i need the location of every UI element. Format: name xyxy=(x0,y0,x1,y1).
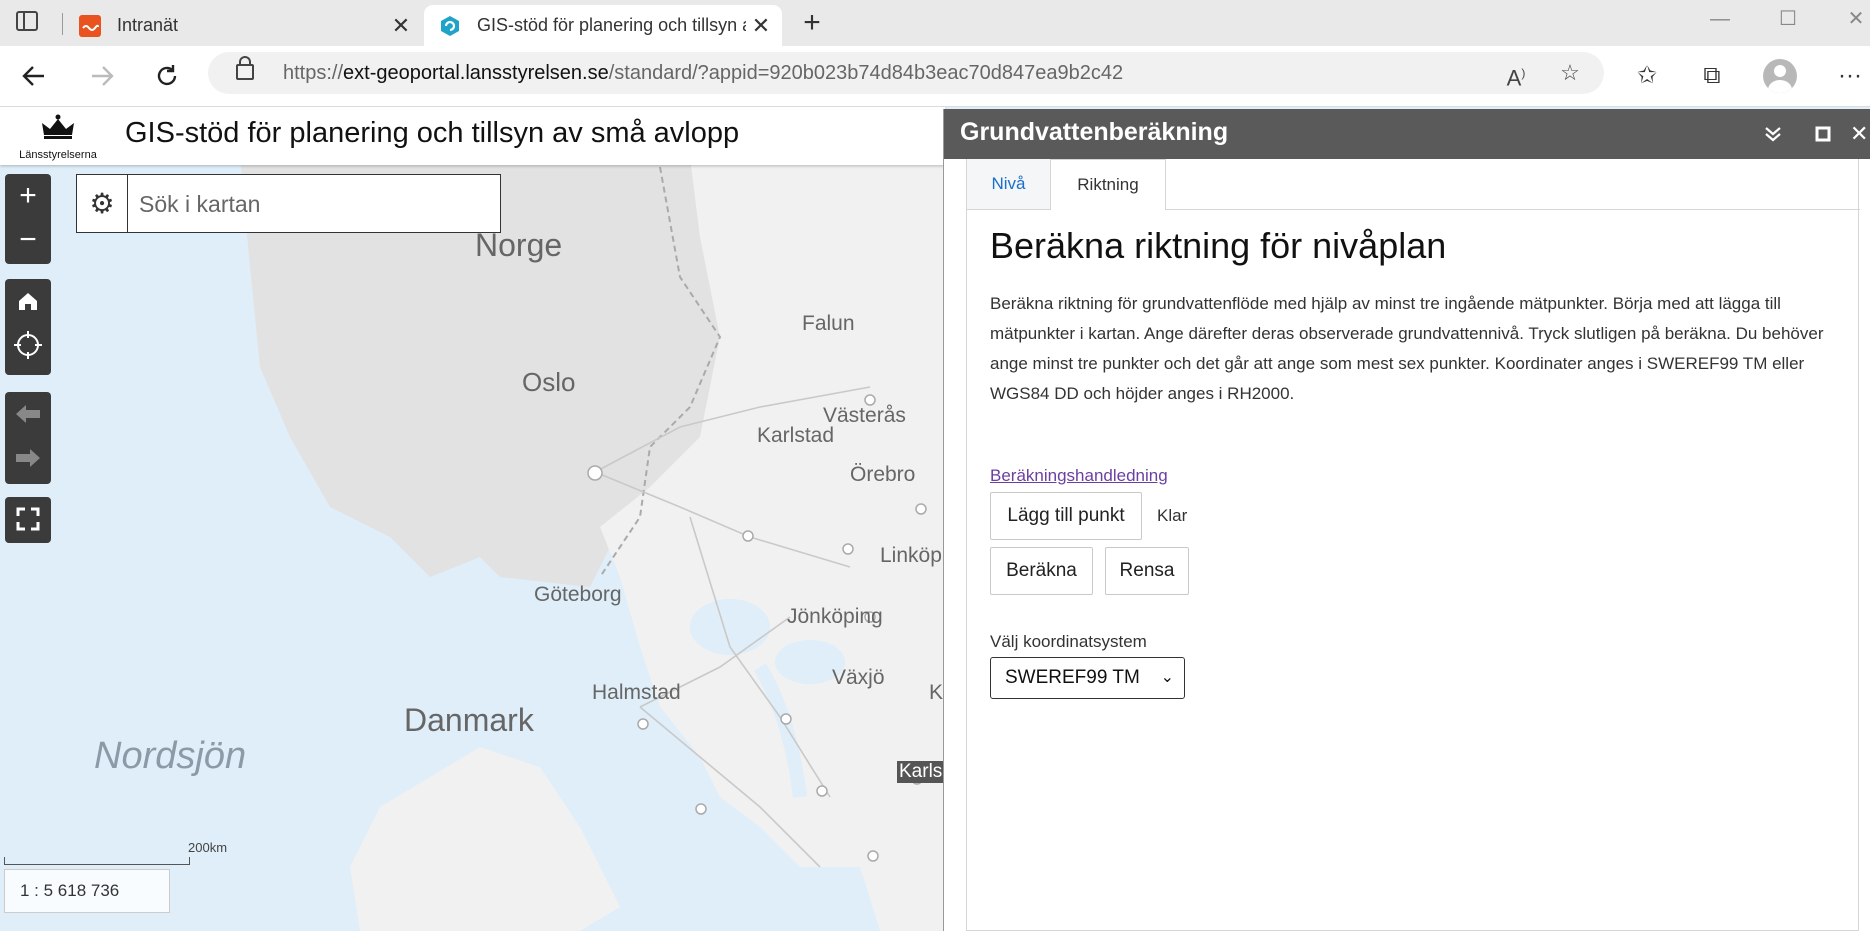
minimize-button[interactable]: — xyxy=(1690,4,1750,34)
locate-button[interactable] xyxy=(5,323,51,367)
home-icon xyxy=(19,293,37,310)
map-label: Danmark xyxy=(404,702,534,738)
lansstyrelserna-logo: Länsstyrelserna xyxy=(10,113,106,161)
new-tab-button[interactable]: + xyxy=(792,4,832,42)
url-text[interactable]: https://ext-geoportal.lansstyrelsen.se/s… xyxy=(283,52,1123,94)
chevron-down-icon: ⌄ xyxy=(1160,669,1174,686)
map-label: Oslo xyxy=(522,367,576,397)
reload-icon xyxy=(157,65,177,86)
add-favorite-icon[interactable]: ☆ xyxy=(1552,58,1588,88)
groundwater-panel: Grundvattenberäkning ✕ Nivå Riktning Ber… xyxy=(943,109,1870,931)
address-bar[interactable]: https://ext-geoportal.lansstyrelsen.se/s… xyxy=(208,52,1604,94)
map-label: Linköp xyxy=(880,544,942,567)
coord-system-select[interactable]: SWEREF99 TM ⌄ xyxy=(990,657,1185,699)
tab-title: GIS-stöd för planering och tillsyn av sm… xyxy=(477,15,746,35)
map-app: Norge Oslo Falun Västerås Karlstad Örebr… xyxy=(0,107,1870,931)
forward-button[interactable] xyxy=(82,56,122,96)
tab-niva[interactable]: Nivå xyxy=(967,159,1051,209)
intranet-icon xyxy=(79,14,101,37)
search-input[interactable] xyxy=(137,185,491,223)
scalebar-label: 200km xyxy=(188,840,228,855)
tab-riktning[interactable]: Riktning xyxy=(1051,159,1166,210)
map-label: Västerås xyxy=(823,404,906,427)
next-extent-button[interactable] xyxy=(5,436,51,480)
panel-heading: Beräkna riktning för nivåplan xyxy=(990,225,1447,266)
tab-actions-icon[interactable] xyxy=(16,11,38,31)
navigation-controls xyxy=(5,279,51,375)
collections-icon[interactable]: ⧉ xyxy=(1692,58,1732,94)
status-text: Klar xyxy=(1157,506,1188,525)
panel-tabs: Nivå Riktning xyxy=(967,159,1860,210)
crown-icon xyxy=(42,114,74,139)
map-label: Nordsjön xyxy=(94,735,247,777)
extent-controls xyxy=(5,392,51,484)
app-header: Länsstyrelserna GIS-stöd för planering o… xyxy=(0,107,945,165)
maximize-panel-button[interactable] xyxy=(1806,117,1840,151)
map-label: Karlstad xyxy=(757,424,835,447)
lock-icon[interactable] xyxy=(236,56,254,80)
zoom-in-button[interactable]: + xyxy=(5,174,51,218)
profile-avatar[interactable] xyxy=(1763,59,1797,93)
map-search: ⚙ xyxy=(76,174,501,233)
fullscreen-button[interactable] xyxy=(5,497,51,541)
read-aloud-icon[interactable]: A) xyxy=(1498,58,1534,90)
close-icon[interactable]: ✕ xyxy=(386,13,416,39)
chevron-double-down-icon xyxy=(1765,127,1781,142)
close-window-button[interactable]: ✕ xyxy=(1826,4,1870,34)
favorites-icon[interactable]: ✩ xyxy=(1627,58,1667,94)
calculate-button[interactable]: Beräkna xyxy=(990,547,1093,595)
browser-tab-gis[interactable]: GIS-stöd för planering och tillsyn av sm… xyxy=(424,5,782,46)
panel-description: Beräkna riktning för grundvattenflöde me… xyxy=(990,294,1824,403)
coord-system-label: Välj koordinatsystem xyxy=(990,632,1147,651)
map-label: Göteborg xyxy=(534,583,622,606)
reload-button[interactable] xyxy=(147,56,187,96)
maximize-icon xyxy=(1815,126,1831,142)
map-label: K xyxy=(929,681,944,704)
browser-tab-intranet[interactable]: Intranät ✕ xyxy=(64,5,422,46)
arrow-right-icon xyxy=(92,66,114,86)
previous-extent-button[interactable] xyxy=(5,392,51,436)
close-icon[interactable]: ✕ xyxy=(746,13,776,39)
arrow-right-icon xyxy=(16,449,40,467)
gear-icon[interactable]: ⚙ xyxy=(77,175,128,232)
app-title: GIS-stöd för planering och tillsyn av sm… xyxy=(125,117,740,149)
home-button[interactable] xyxy=(5,279,51,323)
panel-title: Grundvattenberäkning xyxy=(960,118,1229,146)
browser-toolbar: https://ext-geoportal.lansstyrelsen.se/s… xyxy=(0,46,1870,107)
fullscreen-controls xyxy=(5,497,51,543)
panel-header: Grundvattenberäkning ✕ xyxy=(944,109,1870,159)
arcgis-icon xyxy=(441,15,459,36)
clear-button[interactable]: Rensa xyxy=(1105,547,1189,595)
close-panel-button[interactable]: ✕ xyxy=(1850,117,1870,151)
locate-icon xyxy=(14,331,42,359)
maximize-button[interactable]: ☐ xyxy=(1758,4,1818,34)
scalebar xyxy=(4,857,190,865)
browser-tab-bar: Intranät ✕ GIS-stöd för planering och ti… xyxy=(0,0,1870,46)
arrow-left-icon xyxy=(22,66,44,86)
more-menu-icon[interactable]: ··· xyxy=(1830,58,1870,94)
guide-link[interactable]: Beräkningshandledning xyxy=(990,466,1168,486)
map-label: Falun xyxy=(802,312,855,335)
map-label: Örebro xyxy=(850,463,916,486)
arrow-left-icon xyxy=(16,405,40,423)
scale-text: 1 : 5 618 736 xyxy=(4,869,170,913)
fullscreen-icon xyxy=(16,507,40,531)
zoom-controls: + − xyxy=(5,174,51,264)
coord-system-value: SWEREF99 TM xyxy=(1005,667,1140,688)
add-point-button[interactable]: Lägg till punkt xyxy=(990,492,1142,540)
map-label: Växjö xyxy=(832,666,885,689)
collapse-button[interactable] xyxy=(1756,117,1790,151)
map-label: Jönköping xyxy=(787,605,883,628)
map-label: Halmstad xyxy=(592,681,681,704)
tab-title: Intranät xyxy=(117,15,179,35)
zoom-out-button[interactable]: − xyxy=(5,218,51,262)
divider xyxy=(62,13,63,35)
back-button[interactable] xyxy=(14,56,54,96)
panel-body: Nivå Riktning Beräkna riktning för nivåp… xyxy=(966,159,1860,931)
